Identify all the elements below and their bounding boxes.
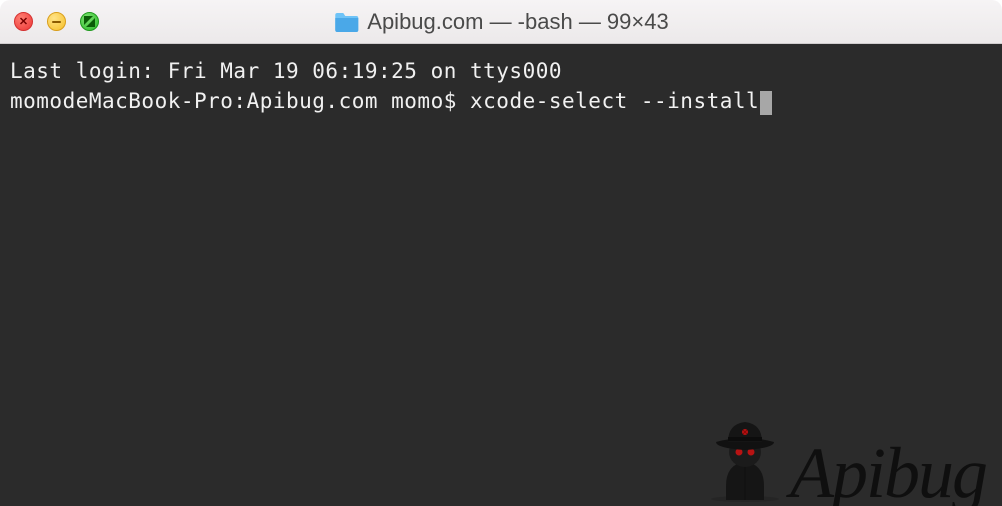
terminal-window: Apibug.com — -bash — 99×43 Last login: F… <box>0 0 1002 506</box>
close-button[interactable] <box>14 12 33 31</box>
window-title: Apibug.com — -bash — 99×43 <box>367 9 668 35</box>
watermark-text: Apibug <box>790 441 986 506</box>
watermark: Apibug <box>706 414 986 506</box>
detective-icon <box>706 414 784 502</box>
prompt-line: momodeMacBook-Pro:Apibug.com momo$ xcode… <box>10 86 992 116</box>
title-bar[interactable]: Apibug.com — -bash — 99×43 <box>0 0 1002 44</box>
zoom-button[interactable] <box>80 12 99 31</box>
command-text: xcode-select --install <box>470 89 759 113</box>
terminal-body[interactable]: Last login: Fri Mar 19 06:19:25 on ttys0… <box>0 44 1002 506</box>
prompt-text: momodeMacBook-Pro:Apibug.com momo$ <box>10 89 470 113</box>
window-title-area: Apibug.com — -bash — 99×43 <box>333 9 668 35</box>
cursor <box>760 91 772 115</box>
folder-icon <box>333 11 359 33</box>
minimize-button[interactable] <box>47 12 66 31</box>
last-login-line: Last login: Fri Mar 19 06:19:25 on ttys0… <box>10 56 992 86</box>
traffic-lights <box>14 12 99 31</box>
